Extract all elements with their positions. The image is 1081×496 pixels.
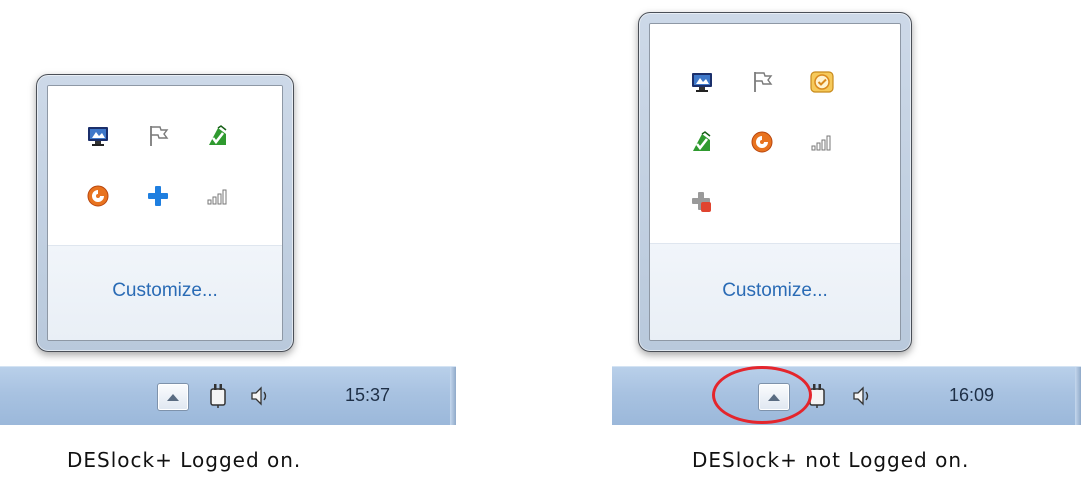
customize-link[interactable]: Customize... <box>650 280 900 302</box>
taskbar: 16:09 <box>612 366 1081 425</box>
volume-icon[interactable] <box>247 382 275 410</box>
caption-not-logged-on: DESlock+ not Logged on. <box>692 448 970 472</box>
caption-logged-on: DESlock+ Logged on. <box>67 448 302 472</box>
taskbar-divider <box>1075 367 1081 425</box>
taskbar: 15:37 <box>0 366 456 425</box>
network-monitor-icon[interactable] <box>688 68 716 96</box>
hidden-icons-area <box>650 24 900 244</box>
power-plug-icon[interactable] <box>204 382 232 410</box>
grey-plus-red-icon[interactable] <box>688 188 716 216</box>
logged-on-panel: Customize... 15:37 DESlock+ Logged on. <box>0 0 480 496</box>
orange-clock-app-icon[interactable] <box>808 68 836 96</box>
flyout-footer: Customize... <box>650 243 900 340</box>
chevron-up-icon <box>167 394 179 401</box>
flyout-content: Customize... <box>649 23 901 341</box>
show-hidden-icons-button[interactable] <box>157 383 189 411</box>
blue-plus-icon[interactable] <box>144 182 172 210</box>
not-logged-on-panel: Customize... 16:09 DESlock+ not Logged o… <box>540 0 1081 496</box>
notification-overflow-flyout: Customize... <box>638 12 912 352</box>
action-center-flag-icon[interactable] <box>748 68 776 96</box>
green-check-app-icon[interactable] <box>204 122 232 150</box>
action-center-flag-icon[interactable] <box>144 122 172 150</box>
taskbar-clock[interactable]: 16:09 <box>949 385 994 406</box>
notification-overflow-flyout: Customize... <box>36 74 294 352</box>
taskbar-divider <box>450 367 456 425</box>
green-check-app-icon[interactable] <box>688 128 716 156</box>
highlight-ring <box>712 366 812 424</box>
signal-bars-icon[interactable] <box>808 128 836 156</box>
orange-swirl-app-icon[interactable] <box>748 128 776 156</box>
volume-icon[interactable] <box>849 382 877 410</box>
orange-swirl-app-icon[interactable] <box>84 182 112 210</box>
flyout-footer: Customize... <box>48 245 282 340</box>
hidden-icons-area <box>48 86 282 246</box>
taskbar-clock[interactable]: 15:37 <box>345 385 390 406</box>
flyout-content: Customize... <box>47 85 283 341</box>
customize-link[interactable]: Customize... <box>48 280 282 302</box>
signal-bars-icon[interactable] <box>204 182 232 210</box>
network-monitor-icon[interactable] <box>84 122 112 150</box>
